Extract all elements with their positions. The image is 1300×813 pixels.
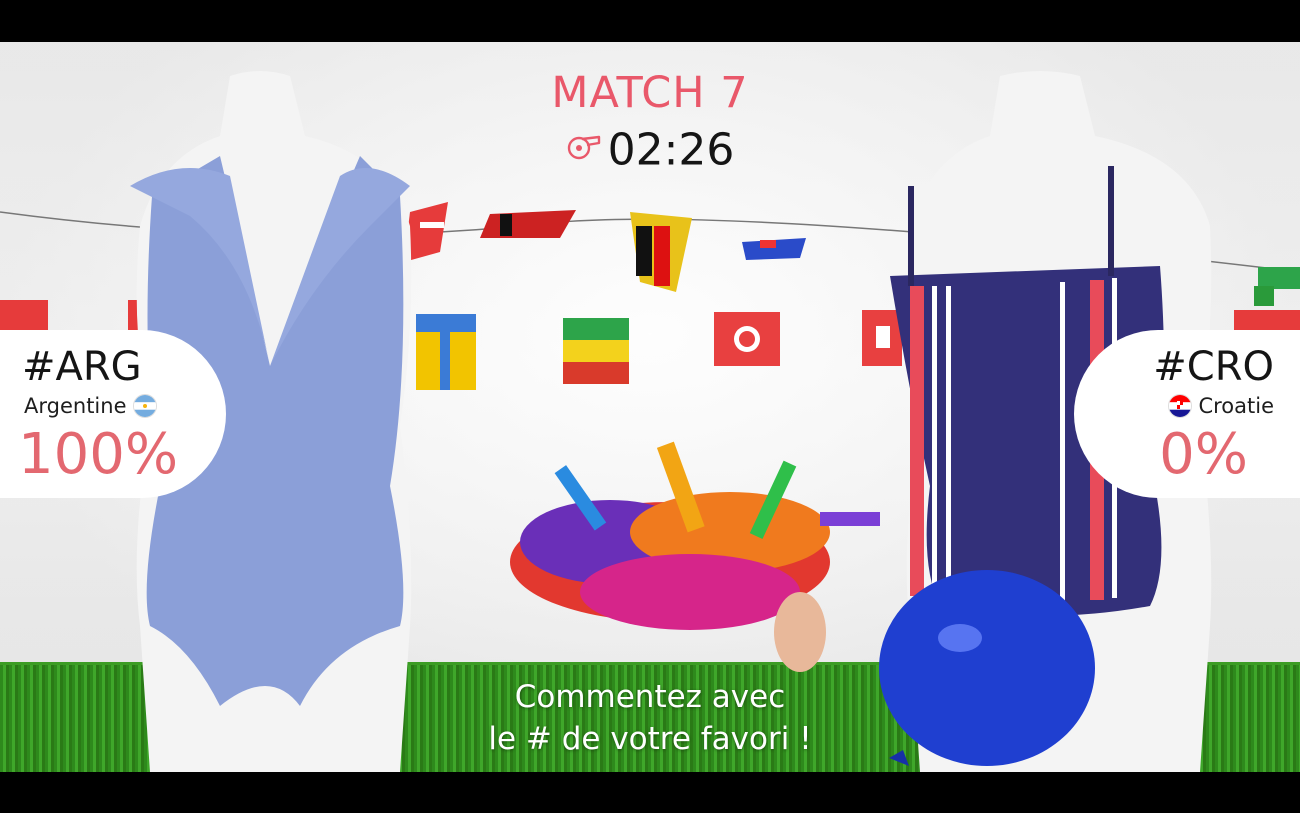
team-country: Croatie	[1168, 394, 1274, 418]
country-name: Croatie	[1198, 394, 1274, 418]
team-country: Argentine	[24, 394, 157, 418]
video-frame: MATCH 7 02:26 #ARG Argentine 100% #CRO C…	[0, 0, 1300, 813]
croatia-flag-icon	[1168, 394, 1193, 418]
whistle-icon	[566, 121, 602, 172]
country-name: Argentine	[24, 394, 127, 418]
cta-line-2: le # de votre favori !	[488, 721, 812, 757]
team-card-right: #CRO Croatie 0%	[1074, 330, 1300, 498]
vote-percentage: 0%	[1159, 422, 1248, 487]
argentina-flag-icon	[132, 394, 157, 418]
vote-percentage: 100%	[18, 422, 179, 487]
team-hashtag: #ARG	[22, 344, 142, 390]
team-hashtag: #CRO	[1153, 344, 1274, 390]
match-title: MATCH 7	[551, 68, 749, 118]
match-timer: 02:26	[0, 122, 1300, 176]
team-card-left: #ARG Argentine 100%	[0, 330, 226, 498]
confetti-hand	[510, 441, 880, 672]
call-to-action: Commentez avec le # de votre favori !	[0, 676, 1300, 760]
timer-value: 02:26	[607, 124, 735, 176]
cta-line-1: Commentez avec	[514, 679, 786, 715]
